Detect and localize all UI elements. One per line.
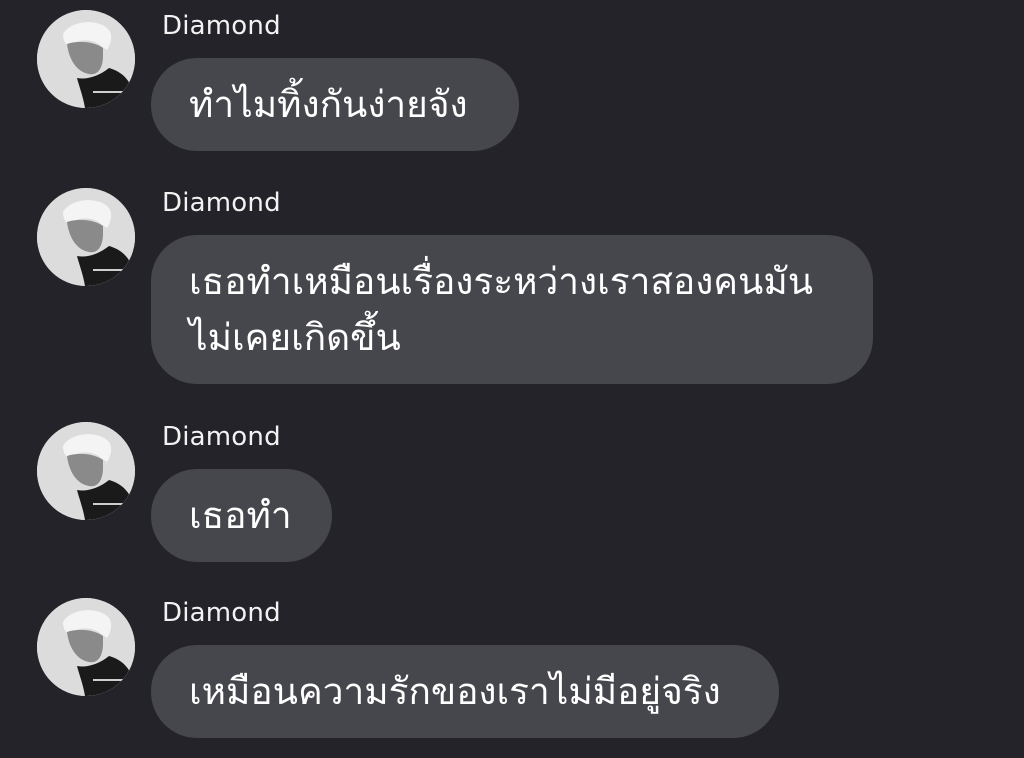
avatar[interactable] (37, 188, 135, 286)
message-bubble[interactable]: ทำไมทิ้งกันง่ายจัง (151, 58, 519, 151)
sender-name: Diamond (162, 188, 281, 218)
user-avatar-photo-icon (37, 188, 135, 286)
sender-name: Diamond (162, 598, 281, 628)
chat-thread: Diamond ทำไมทิ้งกันง่ายจัง Diamond เธอทำ… (0, 0, 1024, 758)
message-bubble[interactable]: เธอทำ (151, 469, 332, 562)
sender-name: Diamond (162, 11, 281, 41)
avatar[interactable] (37, 422, 135, 520)
message-text: เธอทำเหมือนเรื่องระหว่างเราสองคนมัน ไม่เ… (189, 259, 814, 359)
avatar[interactable] (37, 598, 135, 696)
message-text: เธอทำ (189, 493, 292, 537)
message-text: เหมือนความรักของเราไม่มีอยู่จริง (189, 669, 721, 713)
user-avatar-photo-icon (37, 422, 135, 520)
user-avatar-photo-icon (37, 10, 135, 108)
message-bubble[interactable]: เหมือนความรักของเราไม่มีอยู่จริง (151, 645, 779, 738)
user-avatar-photo-icon (37, 598, 135, 696)
sender-name: Diamond (162, 422, 281, 452)
message-bubble[interactable]: เธอทำเหมือนเรื่องระหว่างเราสองคนมัน ไม่เ… (151, 235, 873, 384)
avatar[interactable] (37, 10, 135, 108)
message-text: ทำไมทิ้งกันง่ายจัง (189, 82, 468, 126)
